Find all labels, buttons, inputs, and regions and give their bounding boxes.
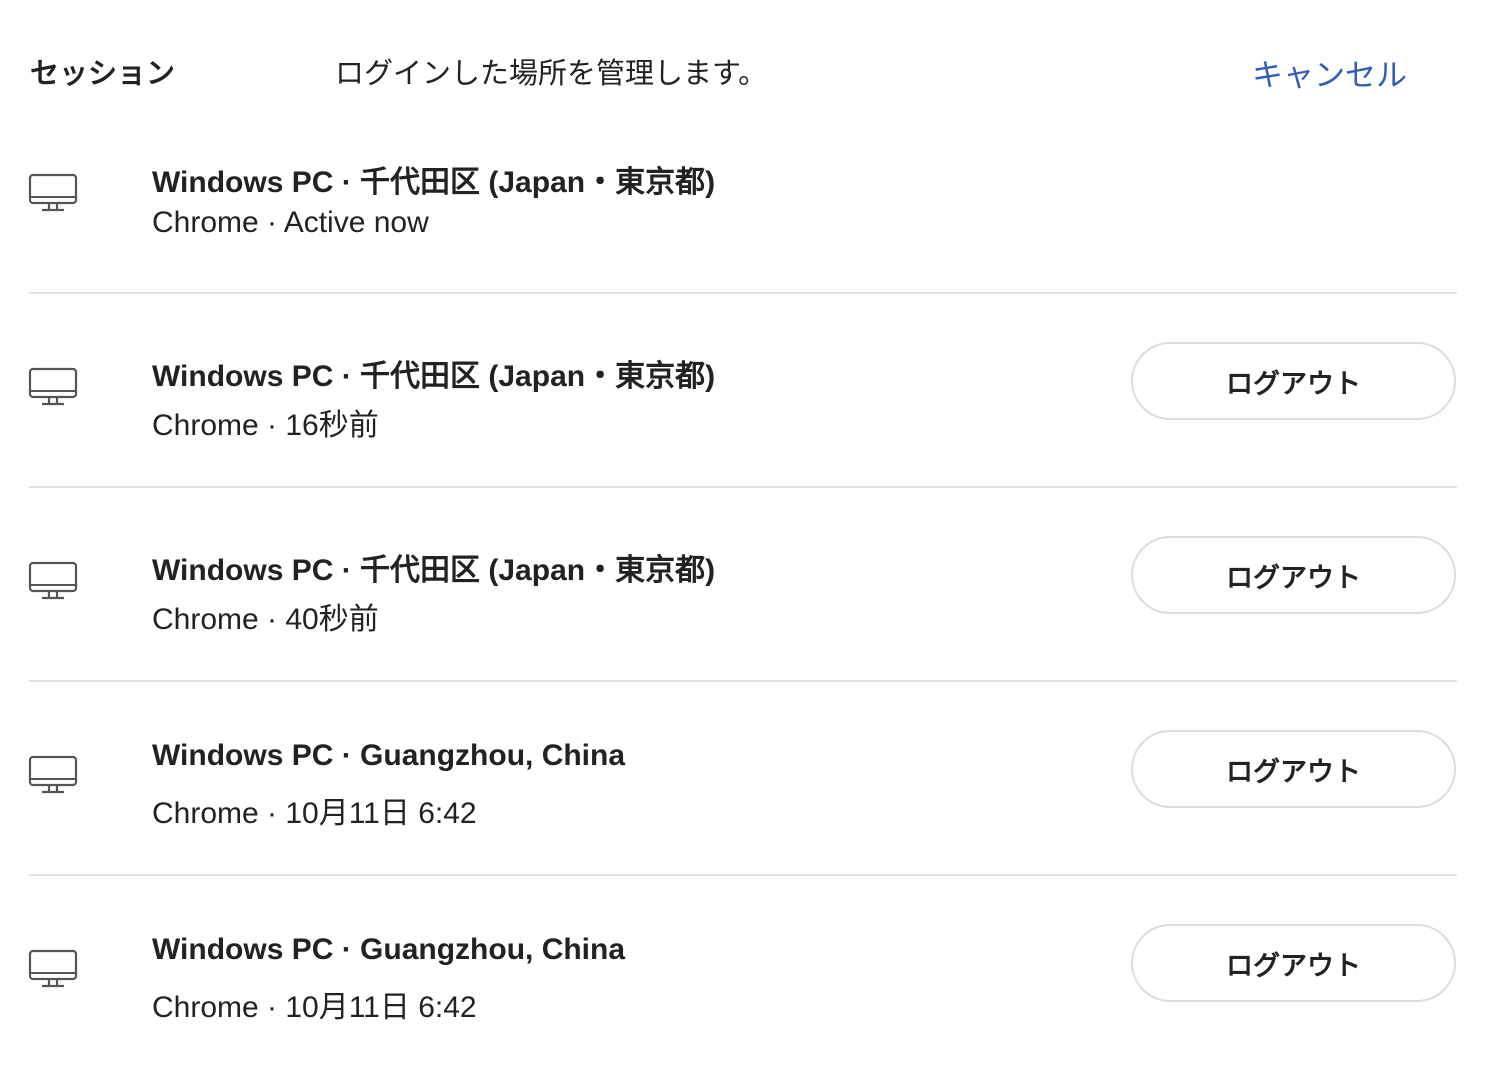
session-device: Windows PC · 千代田区 (Japan・東京都): [152, 554, 716, 587]
logout-button[interactable]: ログアウト: [1131, 924, 1456, 1002]
logout-button[interactable]: ログアウト: [1131, 342, 1456, 420]
page-description: ログインした場所を管理します。: [335, 58, 768, 90]
desktop-monitor-icon: [28, 949, 78, 988]
session-row: Windows PC · 千代田区 (Japan・東京都) Chrome · A…: [0, 100, 1495, 294]
logout-button[interactable]: ログアウト: [1131, 730, 1456, 808]
session-device: Windows PC · Guangzhou, China: [152, 933, 626, 966]
session-device: Windows PC · Guangzhou, China: [152, 739, 626, 772]
session-detail: Chrome · 10月11日 6:42: [152, 797, 477, 830]
session-detail: Chrome · 16秒前: [152, 409, 379, 442]
session-device: Windows PC · 千代田区 (Japan・東京都): [152, 166, 716, 199]
session-row: Windows PC · 千代田区 (Japan・東京都) Chrome · 4…: [0, 488, 1495, 682]
desktop-monitor-icon: [28, 173, 78, 212]
session-row: Windows PC · Guangzhou, China Chrome · 1…: [0, 682, 1495, 876]
session-row: Windows PC · 千代田区 (Japan・東京都) Chrome · 1…: [0, 294, 1495, 488]
session-row: Windows PC · Guangzhou, China Chrome · 1…: [0, 876, 1495, 1070]
session-detail: Chrome · Active now: [152, 206, 429, 239]
session-detail: Chrome · 40秒前: [152, 603, 379, 636]
cancel-button[interactable]: キャンセル: [1252, 50, 1407, 95]
session-detail: Chrome · 10月11日 6:42: [152, 991, 477, 1024]
desktop-monitor-icon: [28, 367, 78, 406]
session-device: Windows PC · 千代田区 (Japan・東京都): [152, 360, 716, 393]
page-title: セッション: [30, 58, 176, 90]
logout-button[interactable]: ログアウト: [1131, 536, 1456, 614]
desktop-monitor-icon: [28, 561, 78, 600]
desktop-monitor-icon: [28, 755, 78, 794]
session-list: Windows PC · 千代田区 (Japan・東京都) Chrome · A…: [0, 100, 1495, 1070]
